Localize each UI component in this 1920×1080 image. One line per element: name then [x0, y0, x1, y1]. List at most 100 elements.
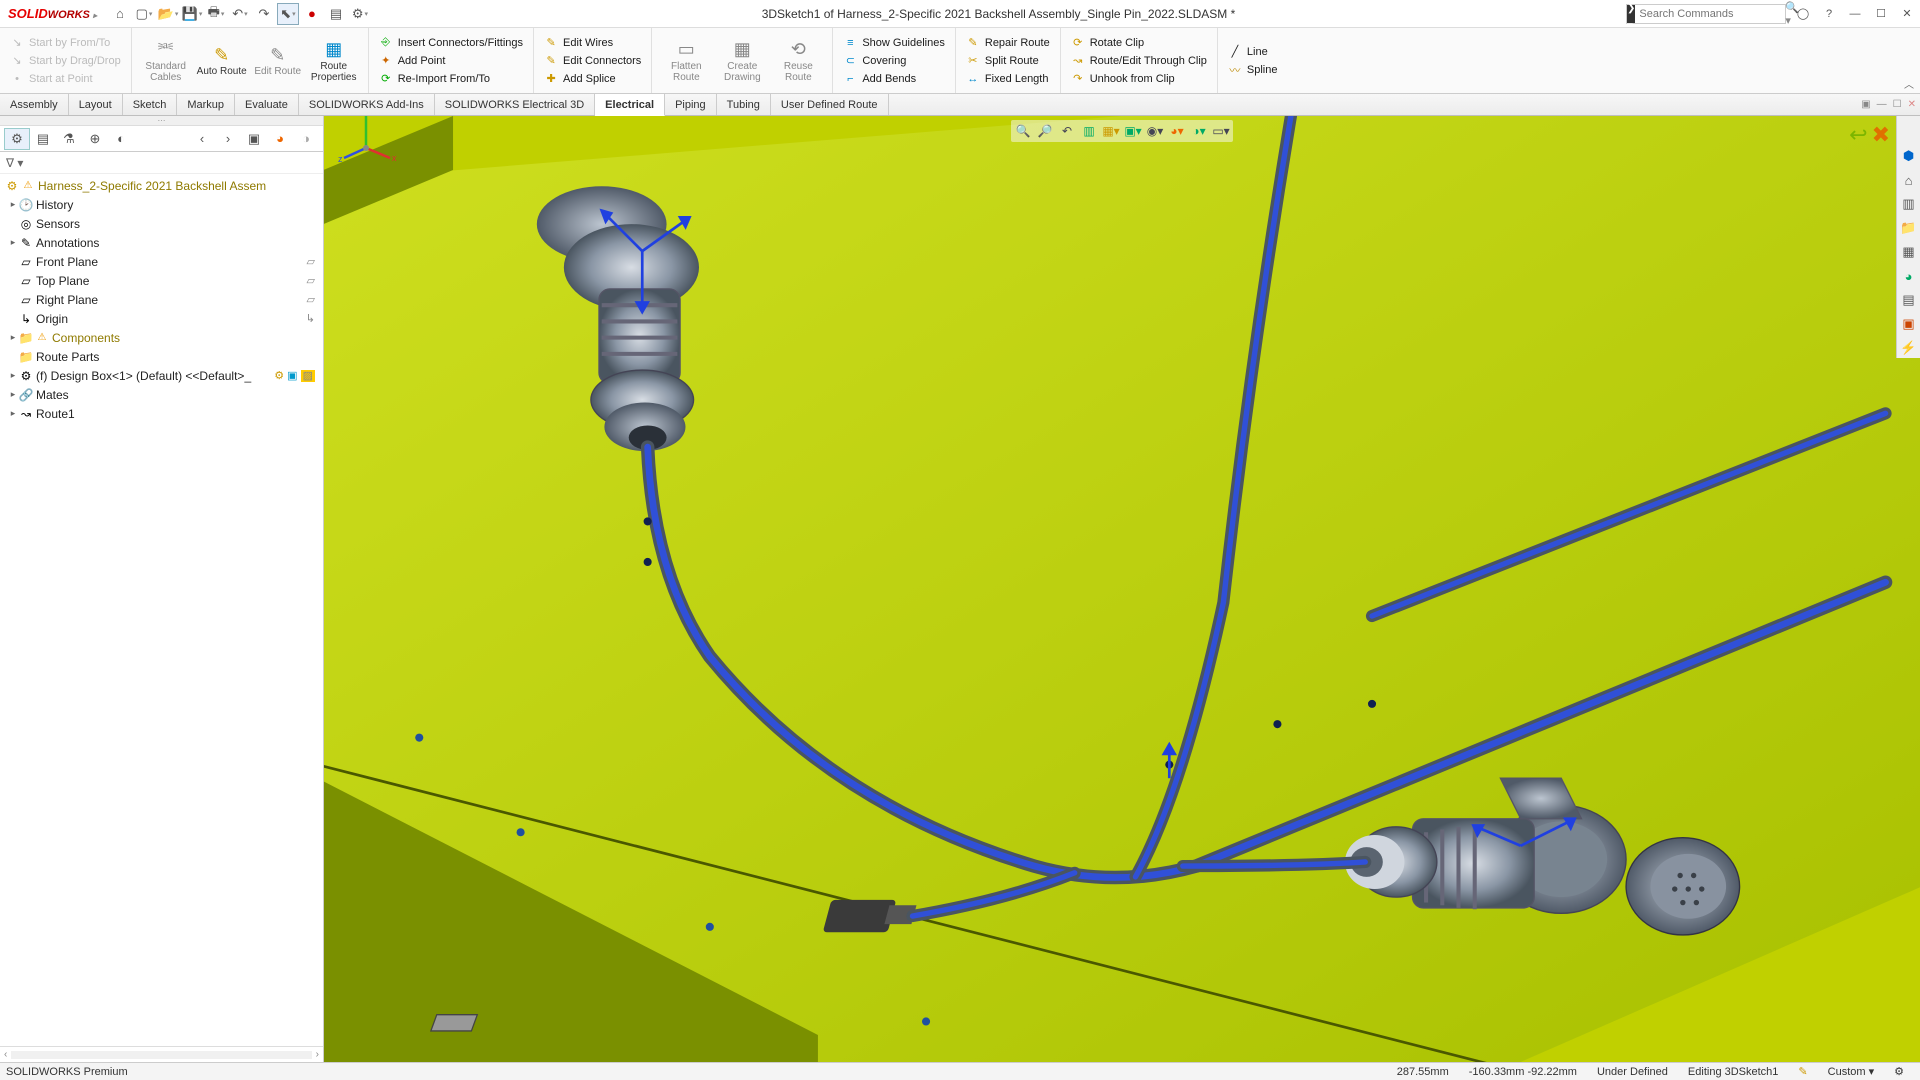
- redo-icon[interactable]: ↷: [253, 3, 275, 25]
- search-commands[interactable]: ❯_ 🔍▾: [1626, 4, 1786, 24]
- tab-user-defined-route[interactable]: User Defined Route: [771, 94, 889, 115]
- status-product: SOLIDWORKS Premium: [6, 1066, 148, 1078]
- property-tab-icon[interactable]: ▤: [30, 128, 56, 150]
- covering-button[interactable]: ⊂Covering: [839, 53, 949, 69]
- tree-item[interactable]: ↳Origin↳: [0, 309, 323, 328]
- select-icon[interactable]: ⬉: [277, 3, 299, 25]
- tree-item[interactable]: ▸🕑History: [0, 195, 323, 214]
- print-icon[interactable]: 🖶: [205, 3, 227, 25]
- help-icon[interactable]: ?: [1816, 3, 1842, 25]
- tab-piping[interactable]: Piping: [665, 94, 717, 115]
- tree-item[interactable]: ▱Right Plane▱: [0, 290, 323, 309]
- split-route-button[interactable]: ✂Split Route: [962, 53, 1054, 69]
- tab-electrical[interactable]: Electrical: [595, 94, 665, 116]
- fixed-length-button[interactable]: ↔Fixed Length: [962, 71, 1054, 87]
- minimize-button[interactable]: —: [1842, 3, 1868, 25]
- status-units[interactable]: Custom ▾: [1818, 1065, 1884, 1078]
- ribbon-collapse-icon[interactable]: ︿: [1904, 76, 1914, 91]
- panel-tab-icons: ⚙ ▤ ⚗ ⊕ ◐ ‹ › ▣ ◕ ◑: [0, 126, 323, 152]
- add-bends-button[interactable]: ⌐Add Bends: [839, 71, 949, 87]
- doc-max-icon[interactable]: ☐: [1893, 99, 1902, 110]
- auto-route-button[interactable]: ✎Auto Route: [194, 42, 250, 79]
- feature-tree: ⚙⚠ Harness_2-Specific 2021 Backshell Ass…: [0, 174, 323, 1046]
- doc-close-icon[interactable]: ✕: [1908, 99, 1916, 110]
- config-tab-icon[interactable]: ⚗: [56, 128, 82, 150]
- panel-scrollbar[interactable]: ‹›: [0, 1046, 323, 1062]
- tree-item[interactable]: ◎Sensors: [0, 214, 323, 233]
- graphics-viewport[interactable]: 🔍 🔎 ↶ ▥ ▦▾ ▣▾ ◉▾ ◕▾ ◑▾ ▭▾ ↩ ✖ ⬢ ⌂ ▥ 📁 ▦ …: [324, 116, 1920, 1062]
- tree-nav-right-icon[interactable]: ›: [215, 128, 241, 150]
- edit-wires-button[interactable]: ✎Edit Wires: [540, 35, 645, 51]
- edit-connectors-button[interactable]: ✎Edit Connectors: [540, 53, 645, 69]
- rotate-clip-button[interactable]: ⟳Rotate Clip: [1067, 35, 1211, 51]
- tree-item[interactable]: 📁Route Parts: [0, 347, 323, 366]
- tab-tubing[interactable]: Tubing: [717, 94, 771, 115]
- reuse-route-button: ⟲Reuse Route: [770, 37, 826, 85]
- show-guidelines-button[interactable]: ≡Show Guidelines: [839, 35, 949, 51]
- app-logo: SOLIDWORKS ▸: [0, 6, 105, 21]
- tree-item[interactable]: ▸🔗Mates: [0, 385, 323, 404]
- svg-text:x: x: [392, 153, 397, 163]
- document-window-buttons: ▣ — ☐ ✕: [1861, 94, 1920, 115]
- tab-markup[interactable]: Markup: [177, 94, 235, 115]
- unhook-clip-button[interactable]: ↷Unhook from Clip: [1067, 71, 1211, 87]
- dim-tab-icon[interactable]: ⊕: [82, 128, 108, 150]
- tree-item[interactable]: ▸↝Route1: [0, 404, 323, 423]
- tree-item[interactable]: ▸✎Annotations: [0, 233, 323, 252]
- feature-manager-panel: ⚙ ▤ ⚗ ⊕ ◐ ‹ › ▣ ◕ ◑ ∇ ▾ ⚙⚠ Harness_2-Spe…: [0, 116, 324, 1062]
- options-list-icon[interactable]: ▤: [325, 3, 347, 25]
- tree-cube-icon[interactable]: ▣: [241, 128, 267, 150]
- add-splice-button[interactable]: ✚Add Splice: [540, 71, 645, 87]
- standard-cables-button: ⎃Standard Cables: [138, 37, 194, 85]
- doc-restore-icon[interactable]: ▣: [1861, 99, 1870, 110]
- undo-icon[interactable]: ↶: [229, 3, 251, 25]
- rebuild-icon[interactable]: ●: [301, 3, 323, 25]
- add-point-button[interactable]: ✦Add Point: [375, 53, 527, 69]
- tree-item[interactable]: ▸📁⚠Components: [0, 328, 323, 347]
- reimport-fromto-button[interactable]: ⟳Re-Import From/To: [375, 71, 527, 87]
- orientation-triad[interactable]: x y z: [338, 116, 1920, 1052]
- insert-connectors-button[interactable]: ⎆Insert Connectors/Fittings: [375, 35, 527, 51]
- route-through-clip-button[interactable]: ↝Route/Edit Through Clip: [1067, 53, 1211, 69]
- doc-min-icon[interactable]: —: [1877, 99, 1887, 110]
- start-by-fromto: ↘Start by From/To: [6, 35, 125, 51]
- status-gear-icon[interactable]: ⚙: [1884, 1065, 1914, 1078]
- user-icon[interactable]: ◯: [1790, 3, 1816, 25]
- line-button[interactable]: ╱Line: [1224, 44, 1282, 60]
- document-title: 3DSketch1 of Harness_2-Specific 2021 Bac…: [371, 7, 1626, 21]
- tab-assembly[interactable]: Assembly: [0, 94, 69, 115]
- tree-item[interactable]: ▸⚙(f) Design Box<1> (Default) <<Default>…: [0, 366, 323, 385]
- tab-solidworks-electrical-3d[interactable]: SOLIDWORKS Electrical 3D: [435, 94, 595, 115]
- tree-item[interactable]: ▱Top Plane▱: [0, 271, 323, 290]
- tab-layout[interactable]: Layout: [69, 94, 123, 115]
- new-icon[interactable]: ▢: [133, 3, 155, 25]
- display-tab-icon[interactable]: ◐: [108, 128, 134, 150]
- status-coord-x: 287.55mm: [1387, 1066, 1459, 1078]
- tree-item[interactable]: ▱Front Plane▱: [0, 252, 323, 271]
- tab-solidworks-add-ins[interactable]: SOLIDWORKS Add-Ins: [299, 94, 435, 115]
- close-button[interactable]: ✕: [1894, 3, 1920, 25]
- status-bar: SOLIDWORKS Premium 287.55mm -160.33mm -9…: [0, 1062, 1920, 1080]
- tree-root[interactable]: ⚙⚠ Harness_2-Specific 2021 Backshell Ass…: [0, 176, 323, 195]
- status-defined: Under Defined: [1587, 1066, 1678, 1078]
- save-icon[interactable]: 💾: [181, 3, 203, 25]
- route-properties-button[interactable]: ▦Route Properties: [306, 37, 362, 85]
- tree-filter[interactable]: ∇ ▾: [0, 152, 323, 174]
- tree-appearance-icon[interactable]: ◕: [267, 128, 293, 150]
- panel-grip[interactable]: [0, 116, 323, 126]
- svg-text:z: z: [338, 154, 343, 164]
- open-icon[interactable]: 📂: [157, 3, 179, 25]
- maximize-button[interactable]: ☐: [1868, 3, 1894, 25]
- tree-hide-icon[interactable]: ◑: [293, 128, 319, 150]
- spline-button[interactable]: 〰Spline: [1224, 62, 1282, 78]
- flatten-route-button: ▭Flatten Route: [658, 37, 714, 85]
- tab-sketch[interactable]: Sketch: [123, 94, 178, 115]
- search-input[interactable]: [1635, 8, 1785, 20]
- tab-evaluate[interactable]: Evaluate: [235, 94, 299, 115]
- settings-gear-icon[interactable]: ⚙: [349, 3, 371, 25]
- home-icon[interactable]: ⌂: [109, 3, 131, 25]
- tree-nav-left-icon[interactable]: ‹: [189, 128, 215, 150]
- feature-tree-tab-icon[interactable]: ⚙: [4, 128, 30, 150]
- status-edit-icon[interactable]: ✎: [1788, 1065, 1817, 1078]
- repair-route-button[interactable]: ✎Repair Route: [962, 35, 1054, 51]
